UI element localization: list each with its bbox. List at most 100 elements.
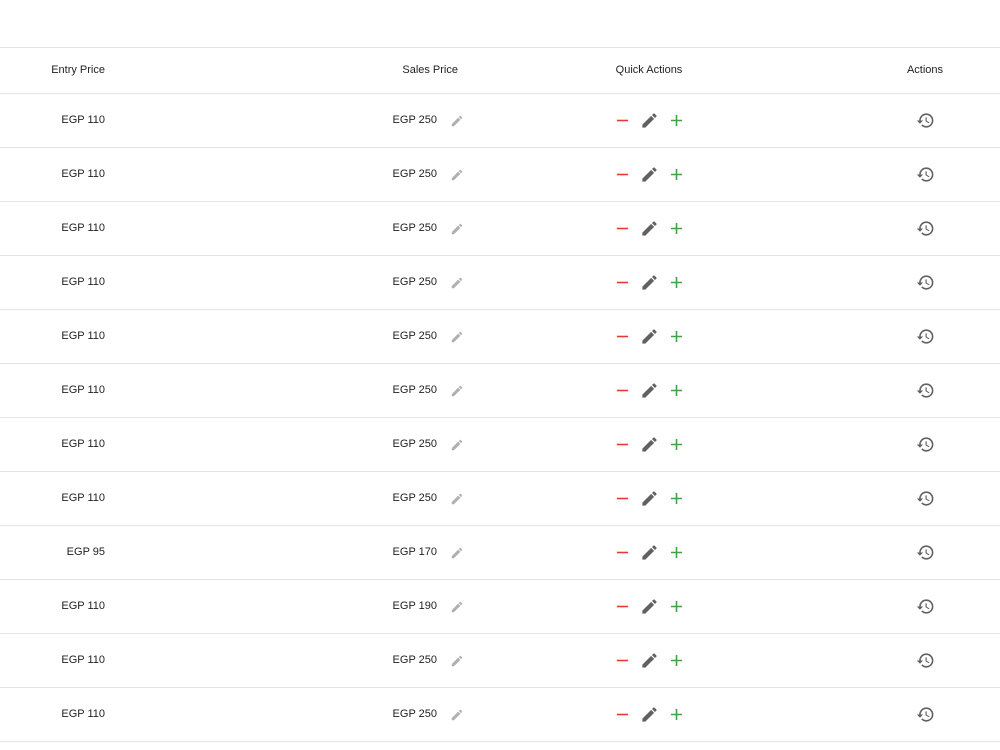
sales-price-cell: EGP 250: [300, 688, 465, 741]
table-row: EGP 110 EGP 250: [0, 310, 1000, 364]
entry-price-cell: EGP 110: [0, 364, 105, 417]
decrease-stock-button[interactable]: [613, 111, 632, 130]
increase-stock-button[interactable]: [667, 219, 686, 238]
decrease-stock-button[interactable]: [613, 705, 632, 724]
actions-cell: [880, 418, 970, 471]
increase-stock-button[interactable]: [667, 435, 686, 454]
edit-stock-button[interactable]: [640, 435, 659, 454]
edit-sales-price-button[interactable]: [449, 491, 465, 507]
edit-sales-price-button[interactable]: [449, 329, 465, 345]
view-history-button[interactable]: [915, 489, 935, 509]
history-icon: [916, 275, 933, 290]
pencil-icon: [451, 223, 463, 234]
decrease-stock-button[interactable]: [613, 543, 632, 562]
increase-stock-button[interactable]: [667, 327, 686, 346]
sales-price-cell: EGP 250: [300, 148, 465, 201]
pencil-icon: [641, 437, 657, 452]
view-history-button[interactable]: [915, 111, 935, 131]
edit-sales-price-button[interactable]: [449, 545, 465, 561]
minus-icon: [616, 119, 628, 122]
history-icon: [916, 329, 933, 344]
edit-sales-price-button[interactable]: [449, 437, 465, 453]
header-sales-price[interactable]: Sales Price: [300, 48, 458, 93]
decrease-stock-button[interactable]: [613, 489, 632, 508]
entry-price-cell: EGP 110: [0, 94, 105, 147]
plus-icon: [670, 438, 682, 451]
header-entry-price[interactable]: Entry Price: [0, 48, 105, 93]
sales-price-value: EGP 250: [392, 222, 437, 234]
actions-cell: [880, 310, 970, 363]
view-history-button[interactable]: [915, 543, 935, 563]
edit-stock-button[interactable]: [640, 165, 659, 184]
entry-price-value: EGP 95: [66, 546, 105, 558]
decrease-stock-button[interactable]: [613, 273, 632, 292]
edit-sales-price-button[interactable]: [449, 167, 465, 183]
sales-price-value: EGP 170: [392, 546, 437, 558]
increase-stock-button[interactable]: [667, 705, 686, 724]
quick-actions-group: [613, 543, 686, 562]
edit-sales-price-button[interactable]: [449, 275, 465, 291]
page: Entry Price Sales Price Quick Actions Ac…: [0, 0, 1000, 750]
decrease-stock-button[interactable]: [613, 219, 632, 238]
decrease-stock-button[interactable]: [613, 597, 632, 616]
increase-stock-button[interactable]: [667, 489, 686, 508]
view-history-button[interactable]: [915, 219, 935, 239]
edit-stock-button[interactable]: [640, 111, 659, 130]
edit-sales-price-button[interactable]: [449, 113, 465, 129]
entry-price-value: EGP 110: [61, 492, 105, 504]
view-history-button[interactable]: [915, 165, 935, 185]
increase-stock-button[interactable]: [667, 651, 686, 670]
sales-price-cell: EGP 250: [300, 256, 465, 309]
view-history-button[interactable]: [915, 327, 935, 347]
view-history-button[interactable]: [915, 381, 935, 401]
decrease-stock-button[interactable]: [613, 435, 632, 454]
view-history-button[interactable]: [915, 597, 935, 617]
view-history-button[interactable]: [915, 705, 935, 725]
edit-stock-button[interactable]: [640, 381, 659, 400]
sales-price-value: EGP 250: [392, 654, 437, 666]
increase-stock-button[interactable]: [667, 543, 686, 562]
decrease-stock-button[interactable]: [613, 381, 632, 400]
increase-stock-button[interactable]: [667, 165, 686, 184]
edit-stock-button[interactable]: [640, 705, 659, 724]
pencil-icon: [641, 221, 657, 236]
sales-price-value: EGP 190: [392, 600, 437, 612]
edit-stock-button[interactable]: [640, 597, 659, 616]
minus-icon: [616, 497, 628, 500]
edit-sales-price-button[interactable]: [449, 221, 465, 237]
edit-sales-price-button[interactable]: [449, 599, 465, 615]
quick-actions-group: [613, 381, 686, 400]
decrease-stock-button[interactable]: [613, 327, 632, 346]
edit-stock-button[interactable]: [640, 651, 659, 670]
entry-price-value: EGP 110: [61, 168, 105, 180]
entry-price-cell: EGP 110: [0, 472, 105, 525]
edit-sales-price-button[interactable]: [449, 383, 465, 399]
increase-stock-button[interactable]: [667, 111, 686, 130]
increase-stock-button[interactable]: [667, 273, 686, 292]
entry-price-cell: EGP 110: [0, 580, 105, 633]
pencil-icon: [451, 709, 463, 720]
plus-icon: [670, 492, 682, 505]
sales-price-value: EGP 250: [392, 114, 437, 126]
quick-actions-cell: [600, 256, 698, 309]
edit-stock-button[interactable]: [640, 219, 659, 238]
entry-price-cell: EGP 110: [0, 634, 105, 687]
table-row: EGP 110 EGP 190: [0, 580, 1000, 634]
increase-stock-button[interactable]: [667, 597, 686, 616]
view-history-button[interactable]: [915, 651, 935, 671]
edit-stock-button[interactable]: [640, 489, 659, 508]
edit-sales-price-button[interactable]: [449, 707, 465, 723]
edit-stock-button[interactable]: [640, 543, 659, 562]
increase-stock-button[interactable]: [667, 381, 686, 400]
entry-price-value: EGP 110: [61, 222, 105, 234]
view-history-button[interactable]: [915, 273, 935, 293]
edit-stock-button[interactable]: [640, 327, 659, 346]
decrease-stock-button[interactable]: [613, 165, 632, 184]
quick-actions-cell: [600, 634, 698, 687]
decrease-stock-button[interactable]: [613, 651, 632, 670]
view-history-button[interactable]: [915, 435, 935, 455]
sales-price-cell: EGP 250: [300, 202, 465, 255]
edit-stock-button[interactable]: [640, 273, 659, 292]
quick-actions-group: [613, 651, 686, 670]
edit-sales-price-button[interactable]: [449, 653, 465, 669]
